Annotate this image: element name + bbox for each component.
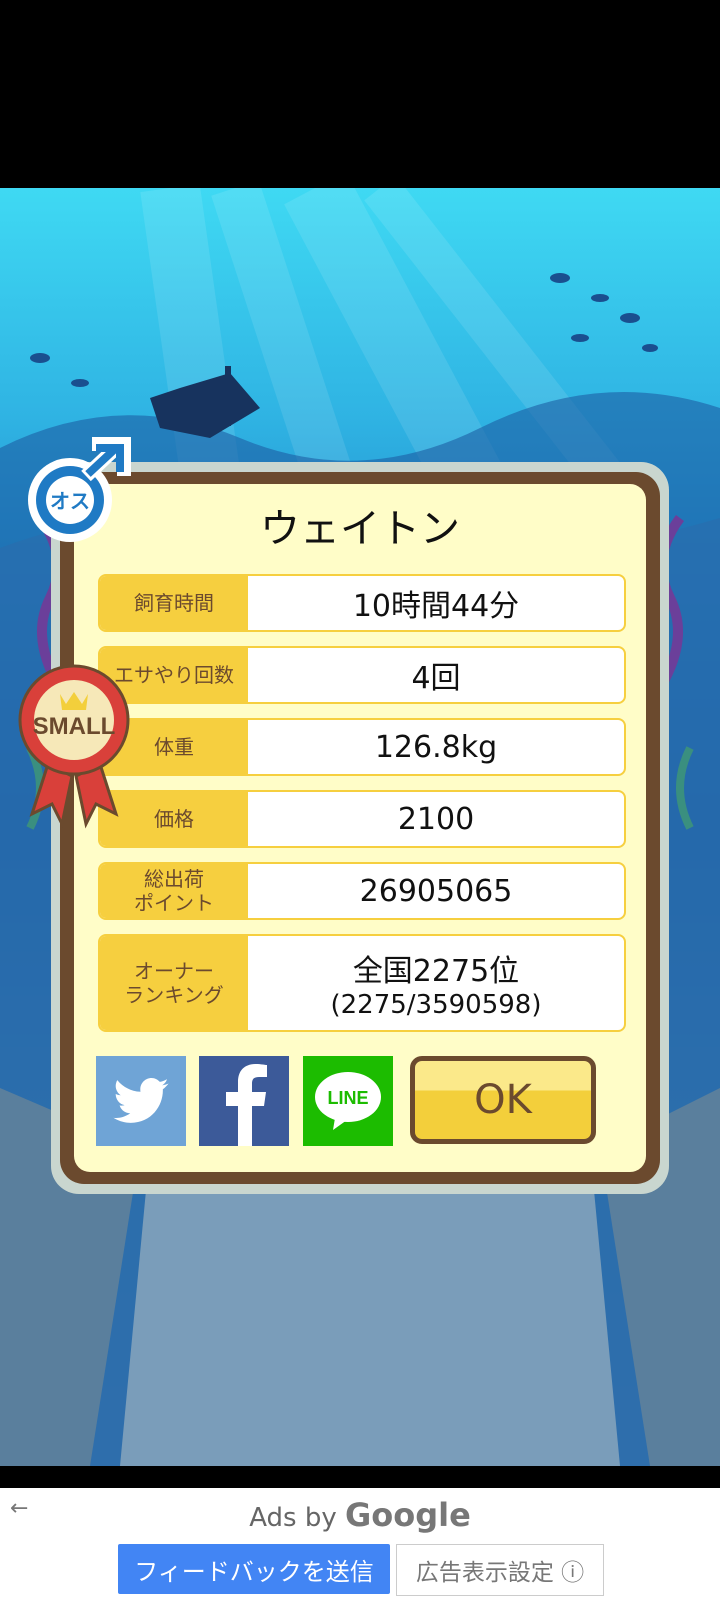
facebook-icon [226,1064,267,1146]
ranking-value: 全国2275位 [352,954,520,989]
line-share-button[interactable]: LINE [303,1056,393,1146]
ad-settings-button[interactable]: 広告表示設定 ⓘ [396,1544,604,1596]
ok-button[interactable]: OK [410,1056,596,1144]
stat-value: 10時間44分 [352,589,520,624]
stat-row-feed-count: エサやり回数 4回 [98,646,626,704]
gender-label: オス [50,489,90,513]
stat-label: 飼育時間 [100,576,248,630]
twitter-icon [113,1078,169,1123]
stat-row-weight: 体重 126.8kg [98,718,626,776]
stat-value: 126.8kg [374,729,498,765]
badge-label: SMALL [33,713,116,740]
stat-value: 2100 [397,801,475,837]
bottom-gap [0,1466,720,1488]
creature-name: ウェイトン [260,506,460,552]
stat-row-breeding-time: 飼育時間 10時間44分 [98,574,626,632]
stat-row-price: 価格 2100 [98,790,626,848]
stat-value: 26905065 [359,873,513,909]
send-feedback-button[interactable]: フィードバックを送信 [118,1544,390,1594]
stat-label: 総出荷 ポイント [100,864,248,918]
male-gender-icon: オス [28,437,131,542]
ranking-value-group: 全国2275位 (2275/3590598) [248,936,624,1030]
ads-by-google: Ads by Google [0,1496,720,1534]
google-logo-text: Google [345,1496,471,1534]
ads-by-text: Ads by [249,1503,337,1533]
facebook-share-button[interactable] [199,1056,289,1146]
line-icon: LINE [315,1072,381,1130]
ranking-label: オーナー ランキング [100,936,248,1030]
stat-value: 4回 [411,661,461,696]
stat-row-shipping-points: 総出荷 ポイント 26905065 [98,862,626,920]
stat-row-owner-ranking: オーナー ランキング 全国2275位 (2275/3590598) [98,934,626,1032]
ranking-detail: (2275/3590598) [330,990,542,1020]
twitter-share-button[interactable] [96,1056,186,1146]
ad-banner: ← Ads by Google フィードバックを送信 広告表示設定 ⓘ [0,1488,720,1600]
small-size-badge: SMALL [18,664,130,829]
line-label: LINE [327,1088,368,1108]
